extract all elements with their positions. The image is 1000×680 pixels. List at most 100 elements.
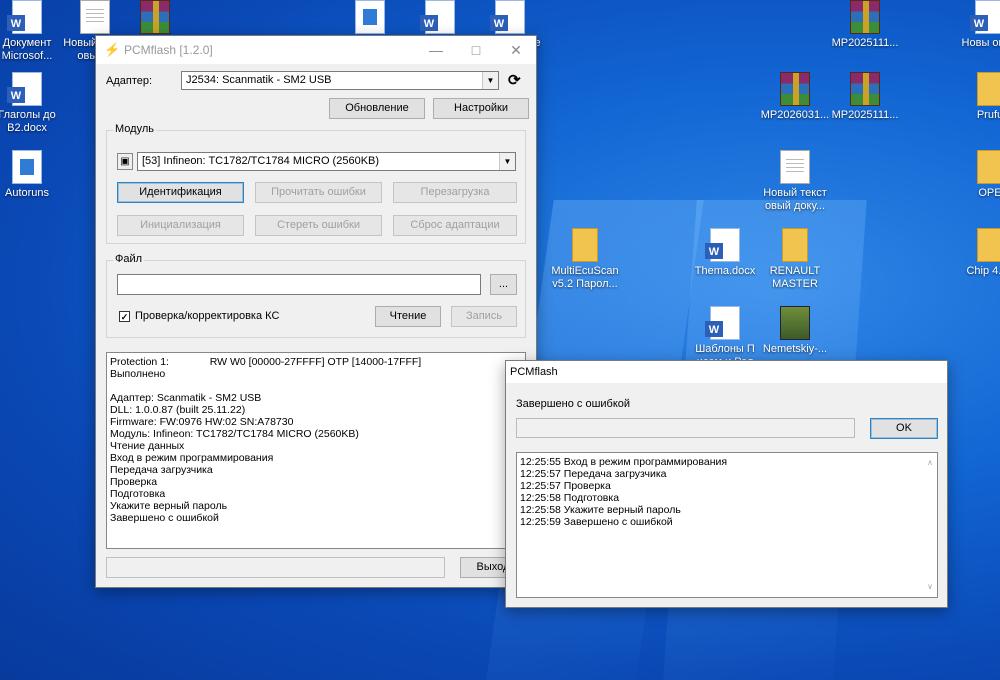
log-line: DLL: 1.0.0.87 (built 25.11.22) <box>110 404 246 416</box>
word-file-icon <box>705 228 740 262</box>
settings-button[interactable]: Настройки <box>433 98 529 119</box>
word-file-icon <box>7 0 42 34</box>
title-bar[interactable]: ⚡ PCMflash [1.2.0] — □ ✕ <box>96 36 536 64</box>
browse-button[interactable]: ... <box>490 274 517 295</box>
update-button[interactable]: Обновление <box>329 98 425 119</box>
log-line: 12:25:59 Завершено с ошибкой <box>520 516 673 528</box>
rar-file-icon <box>780 72 810 106</box>
desktop-icon[interactable]: MP2025111... <box>825 0 905 50</box>
main-log: Protection 1: RW W0 [00000-27FFFF] OTP [… <box>106 352 526 549</box>
desktop-icon[interactable]: MP2025111... <box>825 72 905 122</box>
blue-file-icon <box>355 0 385 34</box>
desktop-icon[interactable]: MP2026031... <box>755 72 835 122</box>
clear-errors-button[interactable]: Стереть ошибки <box>255 215 382 236</box>
log-line: Firmware: FW:0976 HW:02 SN:A78730 <box>110 416 294 428</box>
identify-button[interactable]: Идентификация <box>117 182 244 203</box>
rar-file-icon <box>850 0 880 34</box>
doc-file-icon <box>80 0 110 34</box>
log-line: 12:25:55 Вход в режим программирования <box>520 456 728 468</box>
log-line: Вход в режим программирования <box>110 452 274 464</box>
desktop-icon[interactable]: MultiEcuScan v5.2 Парол... <box>545 228 625 291</box>
folder-file-icon <box>977 228 1000 262</box>
scroll-up-icon[interactable]: ∧ <box>927 457 933 469</box>
desktop-icon-label: MP2025111... <box>831 109 899 121</box>
desktop-icon[interactable]: Новый текст овый доку... <box>755 150 835 213</box>
module-group: Модуль ▣ [53] Infineon: TC1782/TC1784 MI… <box>106 123 526 244</box>
desktop-icon[interactable]: Autoruns <box>0 150 67 200</box>
log-line: 12:25:57 Передача загрузчика <box>520 468 667 480</box>
desktop-icon-label: Thema.docx <box>694 265 756 277</box>
desktop-icon-label: RENAULT MASTER <box>769 265 821 290</box>
desktop-icon[interactable]: Thema.docx <box>685 228 765 278</box>
desktop-icon[interactable]: Chip 4.10 <box>950 228 1000 278</box>
chevron-down-icon[interactable]: ▼ <box>482 72 498 89</box>
desktop-icon-label: Новый текст овый доку... <box>763 187 827 212</box>
desktop-icon[interactable]: Nemetskiy-... <box>755 306 835 356</box>
folder-file-icon <box>977 72 1000 106</box>
adapter-select[interactable]: J2534: Scanmatik - SM2 USB ▼ <box>181 71 499 90</box>
word-file-icon <box>705 306 740 340</box>
desktop-icon-label: MultiEcuScan v5.2 Парол... <box>551 265 619 290</box>
read-errors-button[interactable]: Прочитать ошибки <box>255 182 382 203</box>
module-select[interactable]: [53] Infineon: TC1782/TC1784 MICRO (2560… <box>137 152 516 171</box>
maximize-button[interactable]: □ <box>456 36 496 64</box>
desktop-icon-label: Prufu <box>976 109 1000 121</box>
module-group-label: Модуль <box>113 123 156 135</box>
adapter-label: Адаптер: <box>106 75 153 87</box>
checksum-checkbox[interactable]: ✓ <box>119 311 130 322</box>
refresh-icon[interactable]: ⟳ <box>508 71 521 89</box>
desktop-icon-label: Глаголы до B2.docx <box>0 109 56 134</box>
log-line: Укажите верный пароль <box>110 500 228 512</box>
log-line: Подготовка <box>110 488 166 500</box>
desktop-icon[interactable]: RENAULT MASTER <box>755 228 835 291</box>
log-line: Передача загрузчика <box>110 464 213 476</box>
write-button[interactable]: Запись <box>451 306 517 327</box>
rar-file-icon <box>850 72 880 106</box>
word-file-icon <box>970 0 1000 34</box>
scroll-down-icon[interactable]: ∨ <box>927 581 933 593</box>
desktop-icon[interactable]: Новы овый <box>950 0 1000 50</box>
desktop-icon-label: Новы овый <box>961 37 1000 49</box>
module-window-icon[interactable]: ▣ <box>117 153 133 170</box>
file-group-label: Файл <box>113 253 145 265</box>
desktop-icon-label: Autoruns <box>4 187 50 199</box>
chevron-down-icon[interactable]: ▼ <box>499 153 515 170</box>
desktop-icon[interactable]: OPE <box>950 150 1000 200</box>
doc-file-icon <box>780 150 810 184</box>
close-button[interactable]: ✕ <box>496 36 536 64</box>
desktop-icon-label: Nemetskiy-... <box>762 343 828 355</box>
checksum-label: Проверка/корректировка КС <box>135 310 280 322</box>
word-file-icon <box>7 72 42 106</box>
desktop-icon-label: OPE <box>978 187 1000 199</box>
log-line: Модуль: Infineon: TC1782/TC1784 MICRO (2… <box>110 428 359 440</box>
adapter-select-value: J2534: Scanmatik - SM2 USB <box>186 74 332 86</box>
status-bar <box>106 557 445 578</box>
reset-adaptation-button[interactable]: Сброс адаптации <box>393 215 517 236</box>
log-line: Адаптер: Scanmatik - SM2 USB <box>110 392 262 404</box>
ok-button[interactable]: OK <box>870 418 938 439</box>
word-file-icon <box>490 0 525 34</box>
desktop-icon[interactable]: Глаголы до B2.docx <box>0 72 67 135</box>
folder-file-icon <box>977 150 1000 184</box>
log-line: Protection 1: RW W0 [00000-27FFFF] OTP [… <box>110 356 422 368</box>
pcmflash-main-window: ⚡ PCMflash [1.2.0] — □ ✕ Адаптер: J2534:… <box>95 35 537 588</box>
file-path-input[interactable] <box>117 274 481 295</box>
dialog-progress-field <box>516 418 855 438</box>
window-title: PCMflash [1.2.0] <box>124 43 213 57</box>
init-button[interactable]: Инициализация <box>117 215 244 236</box>
reboot-button[interactable]: Перезагрузка <box>393 182 517 203</box>
dialog-title-bar[interactable]: PCMflash <box>506 361 947 383</box>
dialog-log: 12:25:55 Вход в режим программирования 12… <box>516 452 938 598</box>
read-button[interactable]: Чтение <box>375 306 441 327</box>
desktop-icon[interactable]: Prufu <box>950 72 1000 122</box>
word-file-icon <box>420 0 455 34</box>
dialog-title: PCMflash <box>510 366 558 378</box>
minimize-button[interactable]: — <box>416 36 456 64</box>
pcmflash-result-dialog: PCMflash Завершено с ошибкой OK 12:25:55… <box>505 360 948 608</box>
log-line: 12:25:57 Проверка <box>520 480 611 492</box>
log-line: Чтение данных <box>110 440 185 452</box>
lightning-icon: ⚡ <box>104 42 121 57</box>
folder-file-icon <box>782 228 808 262</box>
desktop-icon-label: MP2025111... <box>831 37 899 49</box>
